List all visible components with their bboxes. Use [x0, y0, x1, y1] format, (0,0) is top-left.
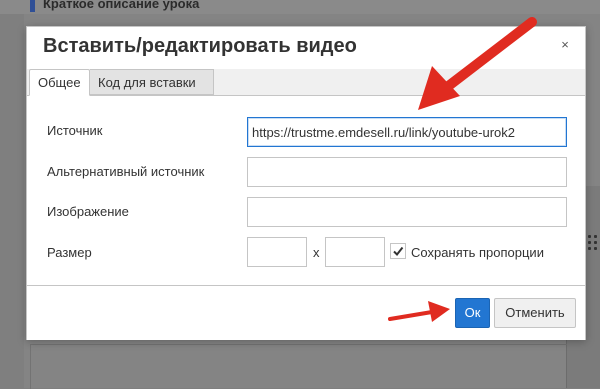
drag-handle-icon: [588, 235, 600, 255]
image-input[interactable]: [247, 197, 567, 227]
keep-ratio-label: Сохранять пропорции: [411, 245, 544, 260]
source-label: Источник: [47, 123, 103, 138]
source-url-input[interactable]: [247, 117, 567, 147]
lesson-section-title: Краткое описание урока: [43, 0, 200, 11]
ok-button[interactable]: Ок: [455, 298, 490, 328]
size-label: Размер: [47, 245, 92, 260]
height-input[interactable]: [325, 237, 385, 267]
section-accent-bar: [30, 0, 35, 12]
image-label: Изображение: [47, 204, 129, 219]
background-footer: [30, 344, 567, 389]
width-input[interactable]: [247, 237, 307, 267]
tab-embed-code[interactable]: Код для вставки: [90, 69, 214, 95]
dialog-footer: Ок Отменить: [27, 285, 585, 340]
close-icon[interactable]: ×: [557, 37, 573, 53]
alt-source-label: Альтернативный источник: [47, 164, 205, 179]
dialog-title: Вставить/редактировать видео: [43, 35, 357, 57]
keep-ratio-checkbox[interactable]: [390, 243, 406, 259]
cancel-button[interactable]: Отменить: [494, 298, 576, 328]
insert-video-dialog: Вставить/редактировать видео × Общее Код…: [26, 26, 586, 340]
dimension-separator: x: [313, 245, 320, 260]
checkmark-icon: [393, 246, 404, 257]
tab-general[interactable]: Общее: [29, 69, 90, 96]
dialog-tabbar: Общее Код для вставки: [27, 69, 585, 96]
alt-source-input[interactable]: [247, 157, 567, 187]
